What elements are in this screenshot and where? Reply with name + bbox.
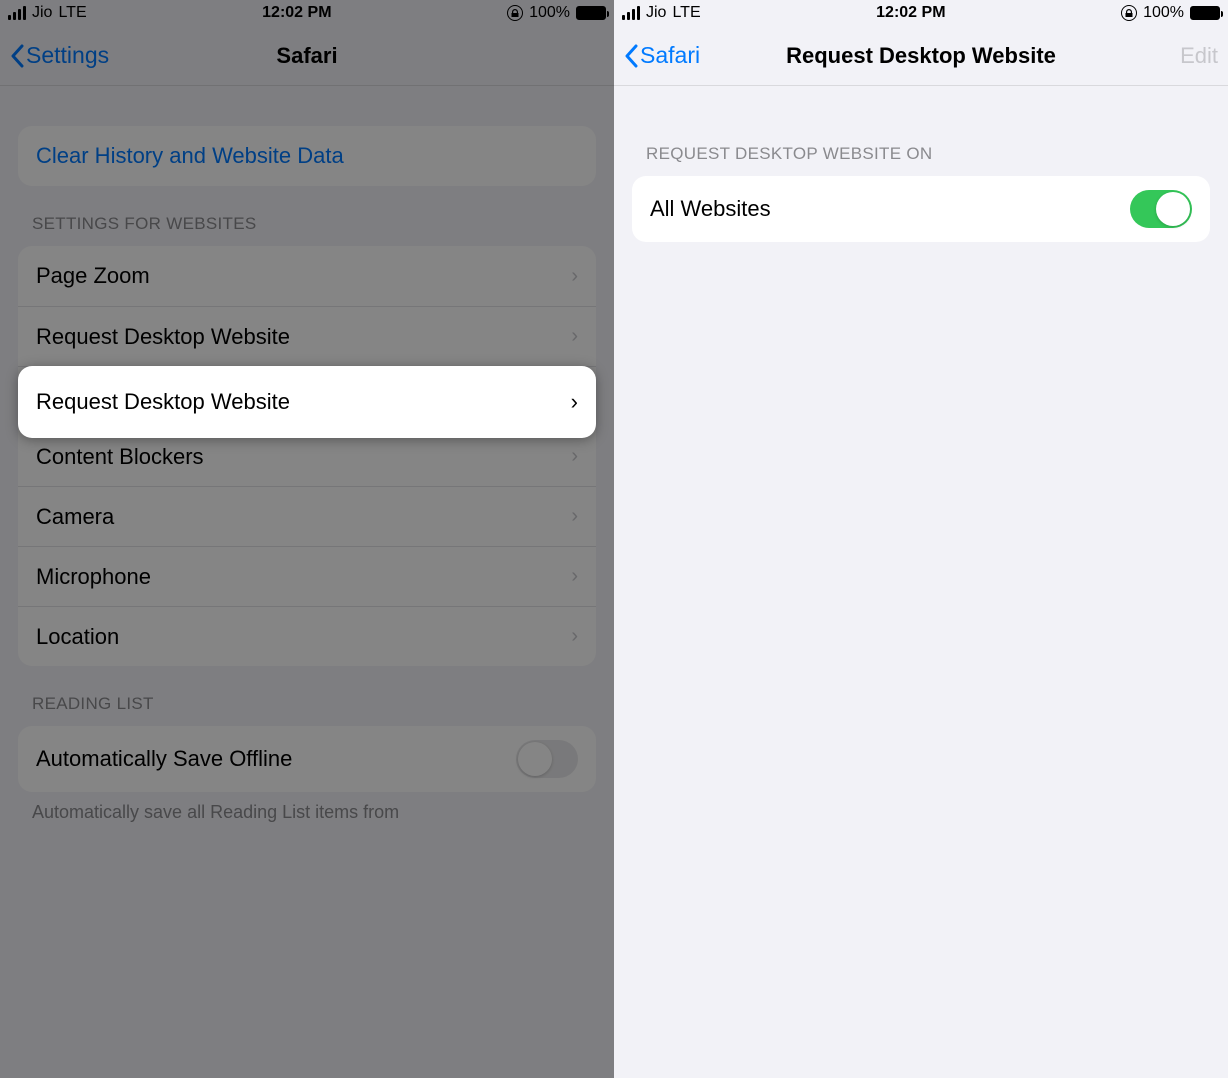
page-title: Request Desktop Website: [614, 43, 1228, 69]
battery-icon: [576, 6, 606, 20]
reading-list-footer: Automatically save all Reading List item…: [18, 792, 596, 823]
row-all-websites[interactable]: All Websites: [632, 176, 1210, 242]
battery-pct: 100%: [529, 4, 570, 22]
chevron-right-icon: ›: [571, 625, 578, 648]
status-right: 100%: [1121, 4, 1220, 22]
carrier-label: Jio: [32, 4, 52, 22]
status-left: Jio LTE: [8, 4, 87, 22]
label-all-websites: All Websites: [650, 196, 771, 222]
nav-bar: Settings Safari: [0, 26, 614, 86]
chevron-right-icon: ›: [571, 265, 578, 288]
row-location[interactable]: Location ›: [18, 606, 596, 666]
chevron-left-icon: [624, 44, 638, 68]
row-auto-save-offline[interactable]: Automatically Save Offline: [18, 726, 596, 792]
back-button[interactable]: Safari: [624, 42, 700, 69]
label-page-zoom: Page Zoom: [36, 263, 150, 289]
battery-icon: [1190, 6, 1220, 20]
label-camera: Camera: [36, 504, 114, 530]
phone-right: Jio LTE 12:02 PM 100% Safari Request Des…: [614, 0, 1228, 1078]
toggle-auto-save-offline[interactable]: [516, 740, 578, 778]
chevron-right-icon: ›: [571, 389, 578, 415]
network-label: LTE: [672, 4, 700, 22]
orientation-lock-icon: [507, 5, 523, 21]
row-page-zoom[interactable]: Page Zoom ›: [18, 246, 596, 306]
row-camera[interactable]: Camera ›: [18, 486, 596, 546]
nav-bar: Safari Request Desktop Website Edit: [614, 26, 1228, 86]
chevron-right-icon: ›: [571, 325, 578, 348]
signal-icon: [622, 6, 640, 20]
network-label: LTE: [58, 4, 86, 22]
content: Clear History and Website Data SETTINGS …: [0, 86, 614, 823]
group-settings-websites: SETTINGS FOR WEBSITES Page Zoom › Reques…: [18, 214, 596, 666]
settings-header: SETTINGS FOR WEBSITES: [18, 214, 596, 246]
label-microphone: Microphone: [36, 564, 151, 590]
battery-pct: 100%: [1143, 4, 1184, 22]
chevron-right-icon: ›: [571, 565, 578, 588]
back-button[interactable]: Settings: [10, 42, 109, 69]
content: REQUEST DESKTOP WEBSITE ON All Websites: [614, 86, 1228, 242]
clear-history-row[interactable]: Clear History and Website Data: [18, 126, 596, 186]
back-label: Settings: [26, 42, 109, 69]
label-request-desktop: Request Desktop Website: [36, 324, 290, 350]
status-bar: Jio LTE 12:02 PM 100%: [614, 0, 1228, 26]
back-label: Safari: [640, 42, 700, 69]
chevron-right-icon: ›: [571, 445, 578, 468]
label-content-blockers: Content Blockers: [36, 444, 204, 470]
phone-left: Jio LTE 12:02 PM 100% Settings Safari Cl…: [0, 0, 614, 1078]
chevron-right-icon: ›: [571, 505, 578, 528]
orientation-lock-icon: [1121, 5, 1137, 21]
signal-icon: [8, 6, 26, 20]
status-left: Jio LTE: [622, 4, 701, 22]
edit-button[interactable]: Edit: [1180, 43, 1218, 69]
label-auto-save-offline: Automatically Save Offline: [36, 746, 292, 772]
status-time: 12:02 PM: [876, 4, 945, 22]
chevron-left-icon: [10, 44, 24, 68]
status-bar: Jio LTE 12:02 PM 100%: [0, 0, 614, 26]
status-time: 12:02 PM: [262, 4, 331, 22]
row-request-desktop[interactable]: Request Desktop Website ›: [18, 306, 596, 366]
carrier-label: Jio: [646, 4, 666, 22]
group-desktop-on: REQUEST DESKTOP WEBSITE ON All Websites: [632, 144, 1210, 242]
toggle-all-websites[interactable]: [1130, 190, 1192, 228]
clear-history-label: Clear History and Website Data: [36, 143, 344, 169]
edit-label: Edit: [1180, 43, 1218, 68]
group-clear-history: Clear History and Website Data: [18, 126, 596, 186]
section-header: REQUEST DESKTOP WEBSITE ON: [632, 144, 1210, 176]
label-location: Location: [36, 624, 119, 650]
group-reading-list: READING LIST Automatically Save Offline …: [18, 694, 596, 823]
row-microphone[interactable]: Microphone ›: [18, 546, 596, 606]
status-right: 100%: [507, 4, 606, 22]
highlight-request-desktop[interactable]: Request Desktop Website ›: [18, 366, 596, 438]
reading-list-header: READING LIST: [18, 694, 596, 726]
highlight-label: Request Desktop Website: [36, 389, 290, 415]
